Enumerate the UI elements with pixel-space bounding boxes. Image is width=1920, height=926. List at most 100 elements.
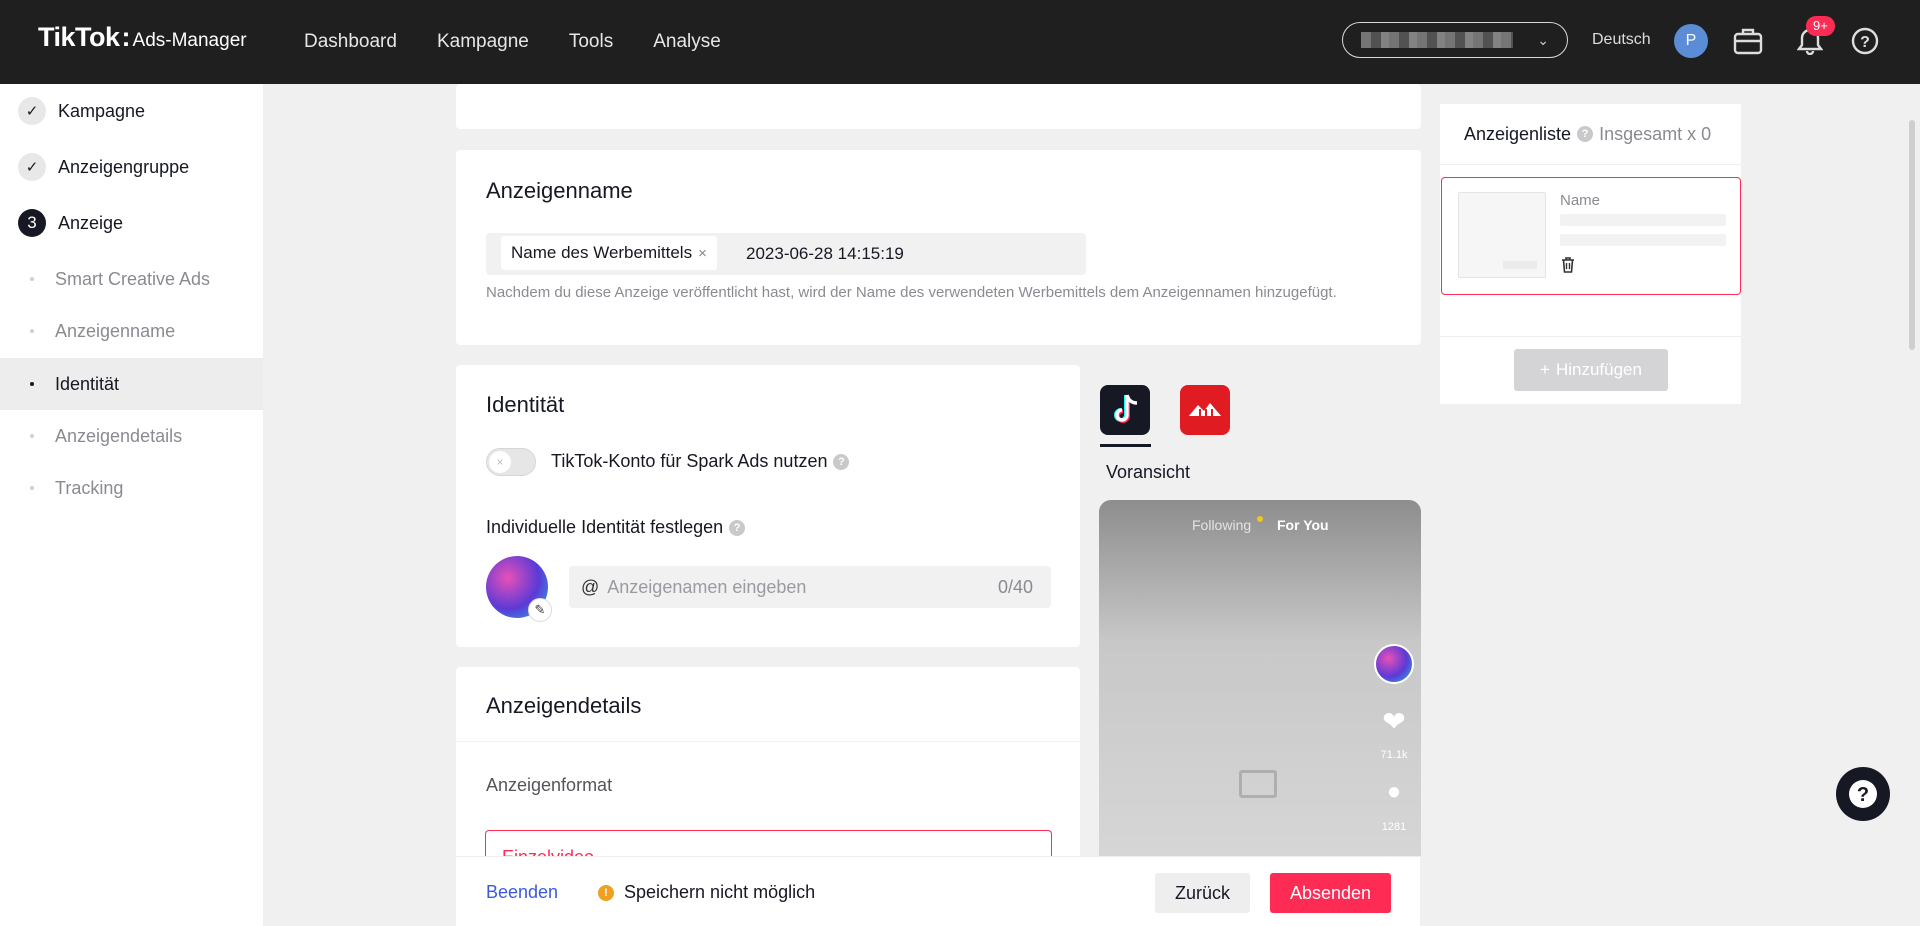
account-name-redacted bbox=[1361, 32, 1513, 48]
help-icon[interactable]: ? bbox=[1848, 24, 1882, 58]
scrollbar-thumb[interactable] bbox=[1909, 120, 1915, 350]
top-nav: Dashboard Kampagne Tools Analyse bbox=[304, 0, 721, 84]
nav-tools[interactable]: Tools bbox=[569, 31, 613, 53]
nav-kampagne[interactable]: Kampagne bbox=[437, 31, 529, 53]
sidebar-item-label: Smart Creative Ads bbox=[55, 268, 211, 289]
svg-text:?: ? bbox=[1860, 34, 1870, 51]
bullet-icon bbox=[30, 277, 34, 281]
comment-icon: ● bbox=[1386, 778, 1402, 805]
toggle-off-icon: × bbox=[489, 451, 511, 473]
phone-tab-foryou: For You bbox=[1277, 517, 1329, 533]
warning-icon: ! bbox=[598, 884, 614, 901]
preview-label: Voransicht bbox=[1106, 462, 1191, 482]
tiktok-placement-icon[interactable] bbox=[1100, 385, 1150, 435]
sidebar-step-anzeige[interactable]: 3 Anzeige bbox=[18, 209, 123, 237]
add-ad-button-label: Hinzufügen bbox=[1555, 360, 1642, 379]
sidebar-item-anzeigendetails[interactable]: Anzeigendetails bbox=[0, 410, 263, 462]
creative-name-chip: Name des Werbemittels × bbox=[501, 236, 717, 270]
help-fab[interactable]: ? bbox=[1836, 767, 1890, 821]
briefcase-icon[interactable] bbox=[1731, 24, 1765, 58]
info-icon[interactable]: ? bbox=[729, 519, 746, 536]
sidebar-item-smart-creative-ads[interactable]: Smart Creative Ads bbox=[0, 253, 263, 305]
char-counter: 0/40 bbox=[997, 576, 1033, 597]
adname-hint: Nachdem du diese Anzeige veröffentlicht … bbox=[486, 284, 1337, 301]
active-tab-indicator bbox=[1100, 444, 1151, 447]
divider bbox=[456, 741, 1080, 742]
bullet-icon bbox=[30, 434, 34, 438]
step-number-badge: 3 bbox=[18, 209, 46, 237]
language-selector[interactable]: Deutsch bbox=[1592, 31, 1651, 49]
trash-icon[interactable] bbox=[1560, 256, 1576, 278]
back-button[interactable]: Zurück bbox=[1155, 873, 1250, 913]
display-name-field[interactable]: @ 0/40 bbox=[569, 566, 1051, 608]
notification-badge: 9+ bbox=[1806, 16, 1835, 36]
adname-timestamp[interactable]: 2023-06-28 14:15:19 bbox=[746, 244, 904, 264]
sidebar-step-kampagne[interactable]: ✓ Kampagne bbox=[18, 97, 145, 125]
user-avatar[interactable]: P bbox=[1674, 24, 1708, 58]
heart-icon: ❤ bbox=[1382, 706, 1406, 737]
edit-icon[interactable]: ✎ bbox=[528, 598, 552, 622]
live-dot-icon bbox=[1257, 516, 1263, 522]
pangle-placement-icon[interactable] bbox=[1180, 385, 1230, 435]
skeleton-line bbox=[1560, 234, 1726, 246]
sidebar-item-label: Tracking bbox=[55, 477, 124, 498]
custom-identity-label: Individuelle Identität festlegen? bbox=[486, 517, 746, 538]
bullet-icon bbox=[30, 329, 34, 333]
likes-count: 71.1k bbox=[1380, 749, 1408, 761]
check-icon: ✓ bbox=[18, 97, 46, 125]
sidebar-step-label: Anzeige bbox=[58, 212, 124, 233]
sidebar-item-label: Anzeigenname bbox=[55, 320, 176, 341]
logo-product: Ads-Manager bbox=[132, 30, 247, 51]
sidebar-step-label: Kampagne bbox=[58, 100, 146, 121]
phone-preview: Following For You ❤ 71.1k ● 1281 bbox=[1099, 500, 1421, 856]
bullet-icon bbox=[30, 486, 34, 490]
ad-thumbnail bbox=[1458, 192, 1546, 278]
tiktok-ads-manager-logo[interactable]: TikTok : Ads-Manager bbox=[38, 22, 247, 53]
preview-avatar bbox=[1374, 644, 1414, 684]
add-ad-button[interactable]: + Hinzufügen bbox=[1514, 349, 1668, 391]
sidebar-item-anzeigenname[interactable]: Anzeigenname bbox=[0, 305, 263, 357]
adlist-title: Anzeigenliste bbox=[1464, 123, 1572, 144]
custom-identity-label-text: Individuelle Identität festlegen bbox=[486, 517, 724, 537]
comments-count: 1281 bbox=[1381, 821, 1407, 833]
logo-separator-icon: : bbox=[121, 22, 131, 52]
adname-title: Anzeigenname bbox=[486, 178, 633, 203]
save-warning-text: Speichern nicht möglich bbox=[624, 882, 816, 902]
chevron-down-icon: ⌄ bbox=[1537, 32, 1549, 48]
previous-section-card bbox=[456, 84, 1421, 129]
adlist-item[interactable]: Name bbox=[1441, 177, 1741, 295]
spark-ads-label: TikTok-Konto für Spark Ads nutzen? bbox=[551, 451, 850, 472]
question-icon: ? bbox=[1849, 780, 1877, 808]
submit-button[interactable]: Absenden bbox=[1270, 873, 1391, 913]
sidebar-item-tracking[interactable]: Tracking bbox=[0, 462, 263, 514]
video-placeholder-icon bbox=[1239, 770, 1277, 798]
nav-analyse[interactable]: Analyse bbox=[653, 31, 721, 53]
info-icon[interactable]: ? bbox=[833, 453, 850, 470]
addetails-title: Anzeigendetails bbox=[486, 693, 642, 718]
svg-text:?: ? bbox=[1857, 784, 1869, 806]
identity-avatar[interactable]: ✎ bbox=[486, 556, 552, 622]
at-prefix: @ bbox=[581, 576, 600, 597]
ad-item-name-label: Name bbox=[1560, 192, 1601, 209]
skeleton-line bbox=[1560, 214, 1726, 226]
display-name-input[interactable] bbox=[607, 576, 998, 598]
quit-link[interactable]: Beenden bbox=[486, 882, 558, 903]
sidebar-item-label: Identität bbox=[55, 373, 120, 394]
identity-title: Identität bbox=[486, 392, 565, 417]
sidebar-item-label: Anzeigendetails bbox=[55, 425, 183, 446]
phone-tab-following: Following bbox=[1192, 517, 1252, 533]
close-icon[interactable]: × bbox=[698, 245, 707, 262]
sidebar-item-identitaet[interactable]: Identität bbox=[0, 358, 263, 410]
nav-dashboard[interactable]: Dashboard bbox=[304, 31, 397, 53]
sidebar-step-label: Anzeigengruppe bbox=[58, 156, 190, 177]
account-selector[interactable]: ⌄ bbox=[1342, 22, 1568, 58]
sidebar-step-anzeigengruppe[interactable]: ✓ Anzeigengruppe bbox=[18, 153, 189, 181]
adlist-header: Anzeigenliste ? Insgesamt x 0 bbox=[1440, 104, 1741, 165]
info-icon[interactable]: ? bbox=[1577, 126, 1594, 142]
chip-label: Name des Werbemittels bbox=[511, 243, 693, 262]
spark-ads-toggle[interactable]: × bbox=[486, 448, 536, 476]
top-bar: TikTok : Ads-Manager Dashboard Kampagne … bbox=[0, 0, 1920, 84]
thumbnail-skeleton bbox=[1503, 261, 1537, 269]
ad-format-label: Anzeigenformat bbox=[486, 775, 613, 795]
plus-icon: + bbox=[1540, 360, 1550, 379]
